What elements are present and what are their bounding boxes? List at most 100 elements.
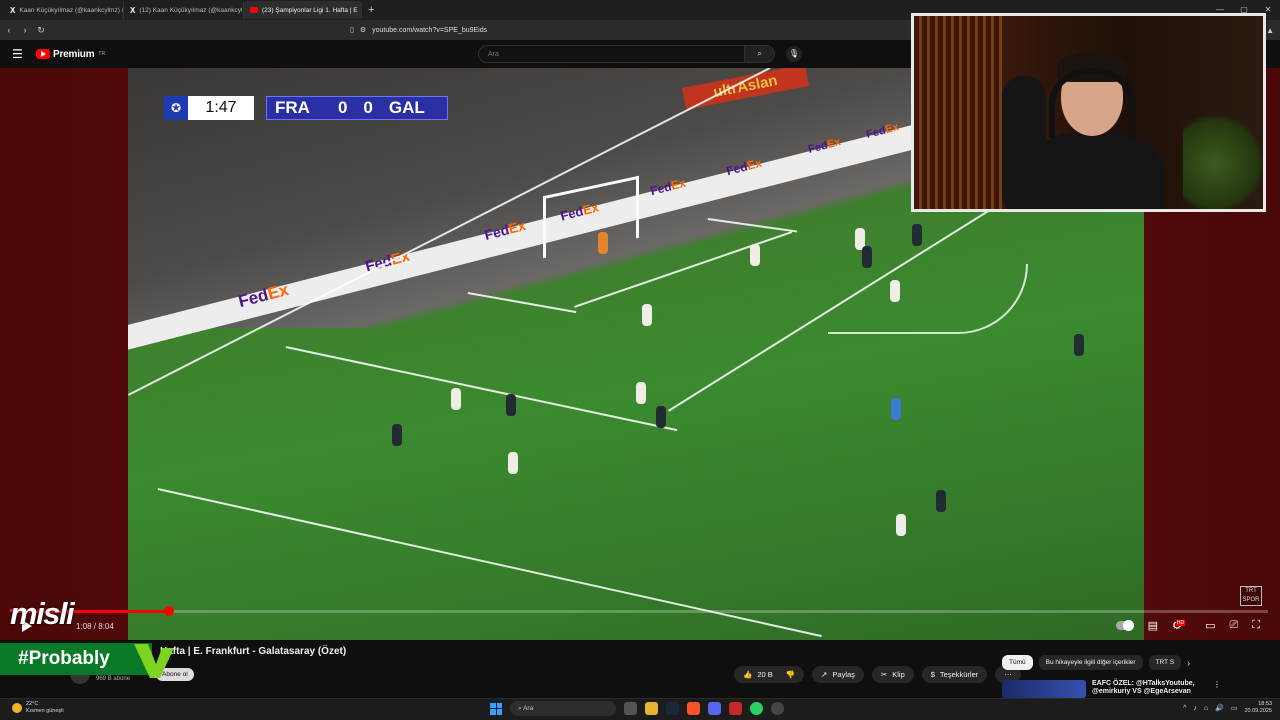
chevron-right-icon[interactable]: › — [1187, 658, 1190, 668]
brave-browser-icon[interactable] — [687, 702, 700, 715]
progress-bar[interactable] — [12, 606, 1268, 616]
microphone-tray-icon[interactable]: ♪ — [1193, 705, 1197, 712]
search-input[interactable]: Ara — [479, 51, 744, 58]
theater-mode-icon[interactable]: ▭ — [1205, 619, 1215, 632]
screen: X Kaan Küçükyılmaz (@kaankcylmz) / X (12… — [0, 0, 1280, 720]
weather-text: 22°C Kısmen güneşli — [26, 701, 64, 715]
search-icon[interactable]: ⌕ — [744, 46, 774, 62]
score-teams: FRA 0 0 GAL — [266, 96, 448, 120]
player — [862, 246, 872, 268]
away-team: GAL — [388, 98, 425, 117]
reload-icon[interactable]: ↻ — [34, 25, 48, 36]
steam-icon[interactable] — [666, 702, 679, 715]
like-count: 20 B — [757, 670, 773, 679]
clip-button[interactable]: ✂ Klip — [871, 666, 914, 683]
file-explorer-icon[interactable] — [645, 702, 658, 715]
rewards-icon[interactable]: ▲ — [1266, 26, 1274, 35]
site-info-icon[interactable]: ⚙ — [360, 26, 366, 34]
v-logo-icon — [134, 644, 174, 678]
chip-related[interactable]: Bu hikayeyle ilgili diğer içerikler — [1038, 655, 1143, 670]
time: 18:53 — [1258, 701, 1272, 707]
autoplay-toggle[interactable] — [1115, 620, 1134, 631]
taskbar-clock[interactable]: 18:53 20.09.2025 — [1244, 701, 1272, 715]
player-controls: 1:08 / 8:04 ▤ ⚙HD ▭ ⎚ ⛶ — [0, 616, 1280, 640]
browser-tab-active[interactable]: (23) Şampiyonlar Ligi 1. Hafta | E ✕ — [244, 1, 362, 19]
date: 20.09.2025 — [1244, 708, 1272, 714]
network-icon[interactable]: ⌂ — [1204, 705, 1208, 712]
player — [508, 452, 518, 474]
player — [750, 244, 760, 266]
back-icon[interactable]: ‹ — [2, 25, 16, 35]
thumbs-up-icon: 👍 — [743, 670, 753, 679]
thanks-label: Teşekkürler — [939, 670, 979, 679]
browser-tab[interactable]: X (12) Kaan Küçükyılmaz (@kaankcyl — [124, 1, 244, 19]
whatsapp-icon[interactable] — [750, 702, 763, 715]
wall-slats — [914, 16, 1004, 209]
settings-gear-icon[interactable]: ⚙HD — [1172, 619, 1191, 632]
app-icon[interactable] — [729, 702, 742, 715]
youtube-premium-label: Premium — [53, 48, 95, 60]
system-tray: ^ ♪ ⌂ 🔊 ▭ 18:53 20.09.2025 — [1183, 701, 1272, 715]
menu-icon[interactable]: ☰ — [12, 47, 32, 61]
bookmark-icon[interactable]: ▯ — [350, 26, 354, 34]
weather-widget[interactable]: 22°C Kısmen güneşli — [12, 701, 64, 715]
player — [912, 224, 922, 246]
plant — [1183, 111, 1263, 209]
thanks-button[interactable]: $ Teşekkürler — [921, 666, 988, 683]
dollar-heart-icon: $ — [930, 670, 935, 679]
taskbar-search[interactable]: ⌕ Ara — [510, 701, 616, 716]
subtitles-icon[interactable]: ▤ — [1148, 619, 1158, 632]
streamer-webcam — [911, 13, 1266, 212]
x-logo-icon: X — [10, 5, 16, 15]
home-score: 0 — [337, 98, 348, 117]
cast-icon[interactable]: ⎚ — [1229, 619, 1238, 632]
microphone-icon[interactable]: 🎙 — [786, 46, 802, 62]
timecode: 1:08 / 8:04 — [76, 622, 114, 631]
home-team: FRA — [275, 98, 310, 117]
player — [392, 424, 402, 446]
away-score: 0 — [363, 98, 373, 117]
task-view-icon[interactable] — [624, 702, 637, 715]
headset — [1049, 68, 1135, 138]
windows-start-icon[interactable] — [490, 702, 502, 715]
probably-banner: #Probably — [0, 643, 152, 675]
champions-league-star-icon: ✪ — [164, 96, 188, 120]
chip-all[interactable]: Tümü — [1002, 655, 1033, 670]
settings-icon[interactable] — [771, 702, 784, 715]
clip-label: Klip — [892, 670, 905, 679]
goalkeeper — [598, 232, 608, 254]
player — [896, 514, 906, 536]
tray-chevron-icon[interactable]: ^ — [1183, 705, 1186, 712]
browser-tab[interactable]: X Kaan Küçükyılmaz (@kaankcylmz) / — [4, 1, 124, 19]
youtube-logo[interactable]: Premium TR — [36, 49, 105, 60]
temperature: 22°C — [26, 701, 39, 707]
player — [506, 394, 516, 416]
video-info: Hafta | E. Frankfurt - Galatasaray (Özet… — [0, 640, 1280, 698]
player — [890, 280, 900, 302]
like-button[interactable]: 👍 20 B 👎 — [734, 666, 805, 683]
recommended-video[interactable]: EAFC ÖZEL: @HTalksYoutube, @emirkuriy VS… — [1002, 680, 1221, 698]
recommendation-chips: Tümü Bu hikayeyle ilgili diğer içerikler… — [1002, 655, 1190, 670]
forward-icon[interactable]: › — [18, 25, 32, 35]
search-box[interactable]: Ara ⌕ — [478, 45, 775, 63]
url-text: youtube.com/watch?v=SPE_bu9Eids — [372, 26, 488, 34]
match-clock: 1:47 — [188, 96, 254, 120]
recommended-thumbnail[interactable] — [1002, 680, 1086, 698]
fullscreen-icon[interactable]: ⛶ — [1252, 619, 1260, 632]
volume-icon[interactable]: 🔊 — [1215, 704, 1224, 712]
trt-spor-logo: TRT SPOR — [1240, 586, 1262, 606]
progress-knob[interactable] — [164, 606, 174, 616]
new-tab-button[interactable]: + — [368, 4, 374, 16]
pitch-line — [285, 346, 678, 432]
more-vert-icon[interactable]: ⋮ — [1213, 680, 1221, 698]
chip-trt[interactable]: TRT S — [1148, 655, 1182, 670]
share-button[interactable]: ↗ Paylaş — [812, 666, 864, 683]
recommended-title[interactable]: EAFC ÖZEL: @HTalksYoutube, @emirkuriy VS… — [1092, 680, 1207, 698]
player — [451, 388, 461, 410]
thumbs-down-icon[interactable]: 👎 — [786, 666, 795, 683]
region-code: TR — [98, 51, 106, 57]
referee — [891, 398, 901, 420]
discord-icon[interactable] — [708, 702, 721, 715]
battery-icon[interactable]: ▭ — [1231, 704, 1238, 712]
url-field[interactable]: ▯ ⚙ youtube.com/watch?v=SPE_bu9Eids — [350, 23, 910, 37]
